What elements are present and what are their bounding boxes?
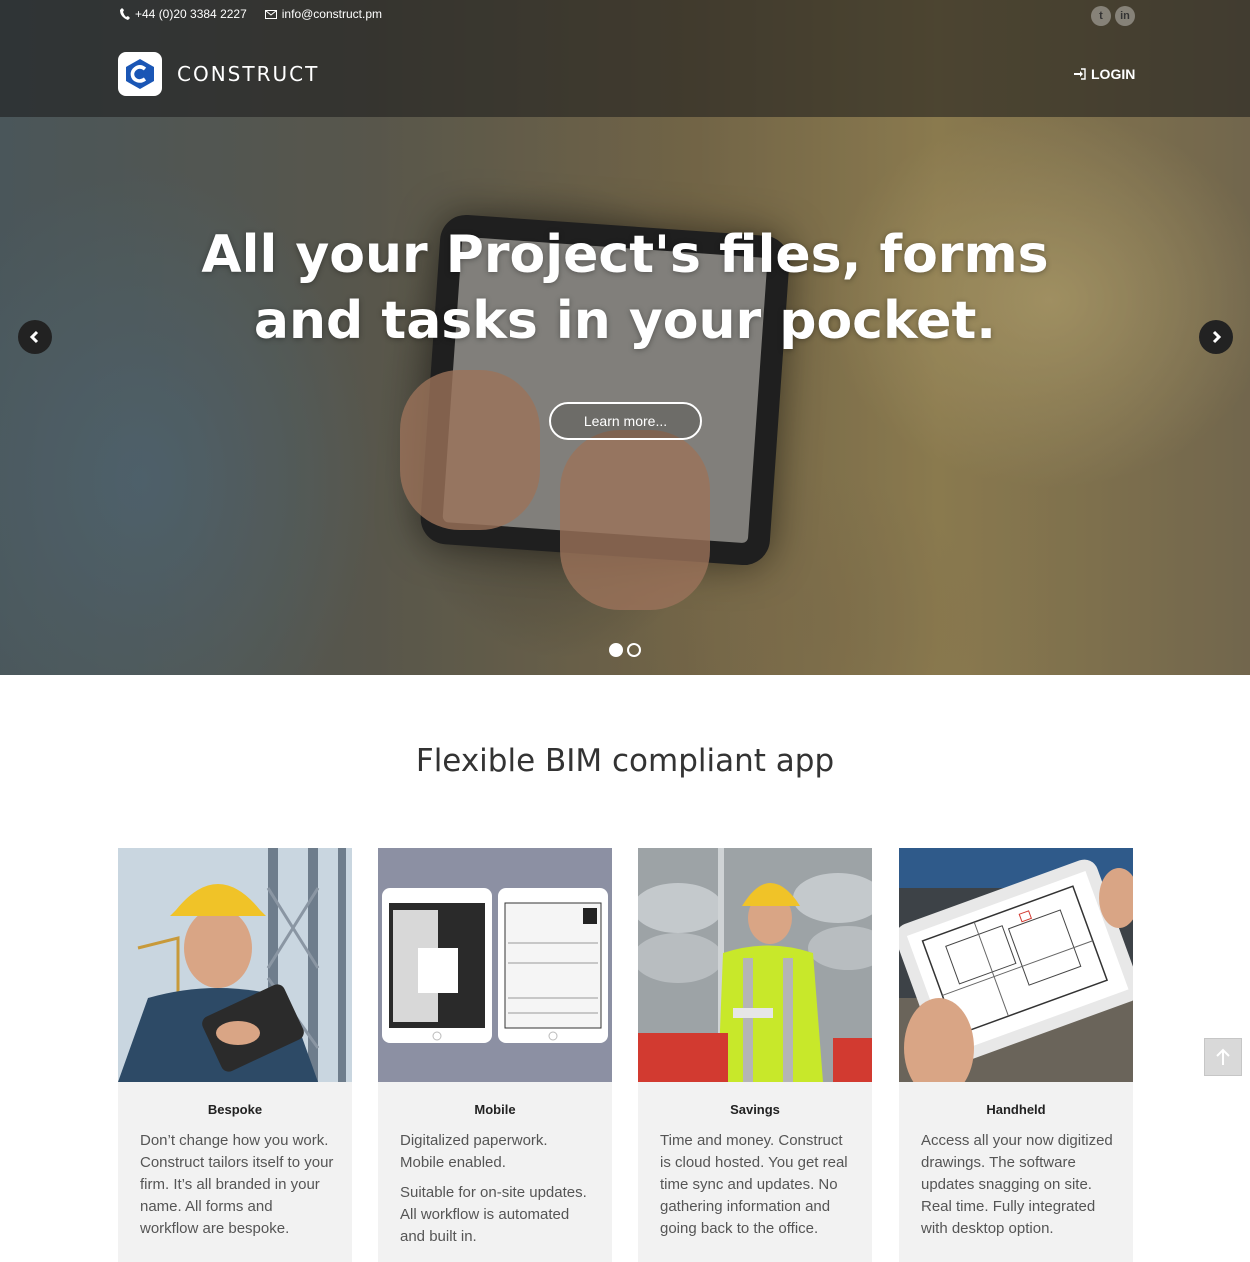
login-link[interactable]: LOGIN <box>1074 66 1135 82</box>
hero-headline-line-2: and tasks in your pocket. <box>253 291 997 351</box>
card-paragraph: Access all your now digitized drawings. … <box>921 1132 1113 1237</box>
hero-headline: All your Project's files, forms and task… <box>0 222 1250 354</box>
tablet-drawing-image <box>899 848 1133 1082</box>
card-paragraph: Suitable for on-site updates. All workfl… <box>400 1184 587 1245</box>
card-paragraph: Time and money. Construct is cloud hoste… <box>660 1132 848 1237</box>
card-title: Savings <box>730 1102 780 1117</box>
card-description: Access all your now digitized drawings. … <box>921 1130 1116 1240</box>
brand-logo-link[interactable]: CONSTRUCT <box>118 52 319 96</box>
worker-in-hivis-image <box>638 848 872 1082</box>
brand-name: CONSTRUCT <box>177 62 320 86</box>
carousel-indicators <box>609 643 645 657</box>
features-title: Flexible BIM compliant app <box>415 743 835 779</box>
phone-icon <box>120 8 130 20</box>
linkedin-icon[interactable]: in <box>1115 6 1135 26</box>
card-title: Mobile <box>474 1102 516 1117</box>
twitter-icon[interactable]: t <box>1091 6 1111 26</box>
feature-card-savings: Savings Time and money. Construct is clo… <box>638 848 872 1262</box>
card-description: Time and money. Construct is cloud hoste… <box>660 1130 855 1240</box>
arrow-up-icon <box>1216 1048 1230 1065</box>
contact-info: +44 (0)20 3384 2227 info@construct.pm <box>120 7 400 21</box>
social-links: t in <box>1087 6 1135 26</box>
hero-headline-line-1: All your Project's files, forms <box>201 225 1049 285</box>
construct-logo-icon <box>118 52 162 96</box>
feature-card-handheld: Handheld Access all your now digitized d… <box>899 848 1133 1262</box>
email-link[interactable]: info@construct.pm <box>264 7 382 21</box>
phone-link[interactable]: +44 (0)20 3384 2227 <box>120 7 247 21</box>
card-description: Digitalized paperwork. Mobile enabled. S… <box>400 1130 595 1248</box>
learn-more-button[interactable]: Learn more... <box>549 402 702 440</box>
carousel-dot-2[interactable] <box>627 643 641 657</box>
card-description: Don’t change how you work. Construct tai… <box>140 1130 335 1240</box>
login-icon <box>1074 68 1086 80</box>
hero-carousel: +44 (0)20 3384 2227 info@construct.pm t … <box>0 0 1250 675</box>
phone-number: +44 (0)20 3384 2227 <box>135 7 247 21</box>
worker-with-tablet-image <box>118 848 352 1082</box>
carousel-next-button[interactable] <box>1199 320 1233 354</box>
carousel-prev-button[interactable] <box>18 320 52 354</box>
tablets-screenshot-image <box>378 848 612 1082</box>
email-address: info@construct.pm <box>281 7 382 21</box>
card-paragraph: Digitalized paperwork. Mobile enabled. <box>400 1132 548 1171</box>
card-title: Bespoke <box>207 1102 263 1117</box>
login-label: LOGIN <box>1091 66 1136 82</box>
chevron-right-icon <box>1212 330 1222 344</box>
card-paragraph: Don’t change how you work. Construct tai… <box>140 1132 334 1237</box>
carousel-dot-1[interactable] <box>609 643 623 657</box>
scroll-to-top-button[interactable] <box>1204 1038 1242 1076</box>
card-title: Handheld <box>986 1102 1046 1117</box>
envelope-icon <box>264 9 277 19</box>
feature-card-mobile: Mobile Digitalized paperwork. Mobile ena… <box>378 848 612 1262</box>
feature-card-bespoke: Bespoke Don’t change how you work. Const… <box>118 848 352 1262</box>
chevron-left-icon <box>29 330 39 344</box>
